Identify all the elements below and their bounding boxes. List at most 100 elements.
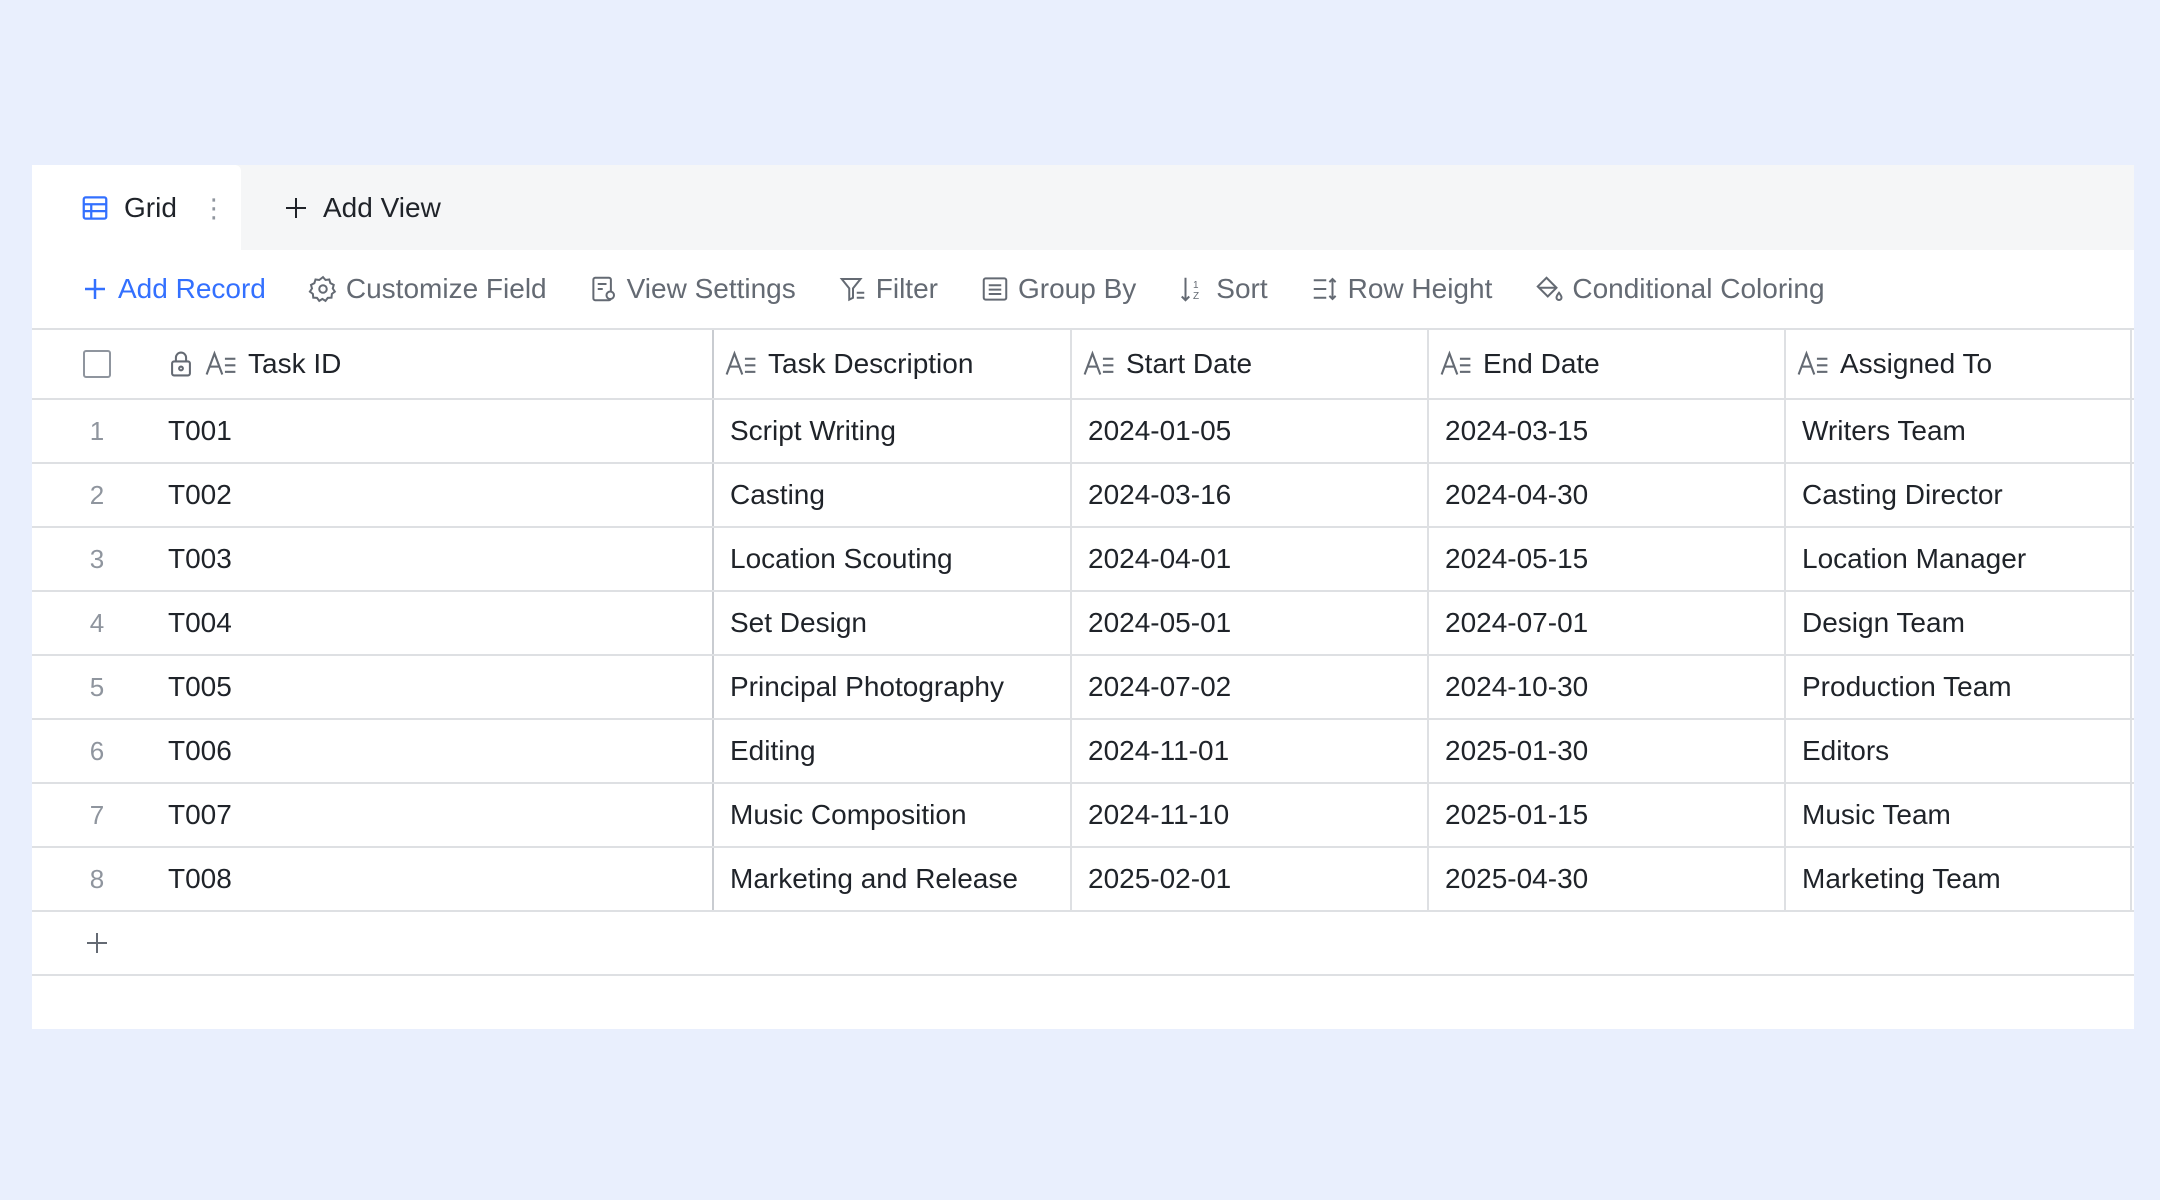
cell-task-description[interactable]: Script Writing bbox=[714, 400, 1072, 462]
cell-start-date[interactable]: 2024-03-16 bbox=[1072, 464, 1429, 526]
tab-grid[interactable]: Grid ⋮ bbox=[32, 165, 241, 250]
select-all-cell bbox=[32, 330, 168, 398]
cell-task-id[interactable]: T006 bbox=[168, 720, 714, 782]
cell-task-description[interactable]: Set Design bbox=[714, 592, 1072, 654]
grid-view-panel: Grid ⋮ Add View Add Record Customize Fie… bbox=[32, 165, 2134, 1029]
cell-assigned-to[interactable]: Music Team bbox=[1786, 784, 2132, 846]
row-number: 6 bbox=[89, 735, 105, 766]
column-header-start-date[interactable]: Start Date bbox=[1072, 330, 1429, 398]
more-vertical-icon[interactable]: ⋮ bbox=[201, 195, 227, 221]
cell-start-date[interactable]: 2024-11-10 bbox=[1072, 784, 1429, 846]
cell-task-description[interactable]: Editing bbox=[714, 720, 1072, 782]
column-header-task-id[interactable]: Task ID bbox=[168, 330, 714, 398]
cell-task-id[interactable]: T004 bbox=[168, 592, 714, 654]
cell-end-date[interactable]: 2025-01-15 bbox=[1429, 784, 1786, 846]
row-number: 4 bbox=[89, 607, 105, 638]
table-row[interactable]: 7 T007 Music Composition 2024-11-10 2025… bbox=[32, 784, 2134, 848]
cell-end-date[interactable]: 2024-05-15 bbox=[1429, 528, 1786, 590]
cell-start-date[interactable]: 2024-01-05 bbox=[1072, 400, 1429, 462]
column-header-task-description[interactable]: Task Description bbox=[714, 330, 1072, 398]
list-group-icon bbox=[982, 277, 1008, 301]
table-row[interactable]: 5 T005 Principal Photography 2024-07-02 … bbox=[32, 656, 2134, 720]
table-row[interactable]: 4 T004 Set Design 2024-05-01 2024-07-01 … bbox=[32, 592, 2134, 656]
cell-assigned-to[interactable]: Design Team bbox=[1786, 592, 2132, 654]
cell-assigned-to[interactable]: Casting Director bbox=[1786, 464, 2132, 526]
column-label: Task ID bbox=[248, 348, 342, 379]
add-record-button[interactable]: Add Record bbox=[80, 273, 266, 305]
plus-icon bbox=[87, 933, 107, 953]
conditional-coloring-label: Conditional Coloring bbox=[1572, 273, 1825, 304]
text-field-icon bbox=[205, 350, 236, 375]
group-by-button[interactable]: Group By bbox=[980, 273, 1136, 305]
view-settings-button[interactable]: View Settings bbox=[589, 273, 796, 305]
svg-text:1: 1 bbox=[1193, 280, 1199, 291]
row-number: 2 bbox=[89, 479, 105, 510]
cell-start-date[interactable]: 2024-07-02 bbox=[1072, 656, 1429, 718]
cell-end-date[interactable]: 2025-01-30 bbox=[1429, 720, 1786, 782]
cell-task-id[interactable]: T002 bbox=[168, 464, 714, 526]
cell-task-id[interactable]: T008 bbox=[168, 848, 714, 910]
cell-assigned-to[interactable]: Writers Team bbox=[1786, 400, 2132, 462]
cell-task-description[interactable]: Location Scouting bbox=[714, 528, 1072, 590]
cell-task-description[interactable]: Marketing and Release bbox=[714, 848, 1072, 910]
cell-assigned-to[interactable]: Marketing Team bbox=[1786, 848, 2132, 910]
row-number: 5 bbox=[89, 671, 105, 702]
cell-assigned-to[interactable]: Location Manager bbox=[1786, 528, 2132, 590]
cell-start-date[interactable]: 2024-11-01 bbox=[1072, 720, 1429, 782]
sort-label: Sort bbox=[1216, 273, 1268, 304]
column-label: Start Date bbox=[1126, 348, 1253, 379]
cell-end-date[interactable]: 2024-07-01 bbox=[1429, 592, 1786, 654]
customize-field-button[interactable]: Customize Field bbox=[308, 273, 547, 305]
row-number: 1 bbox=[89, 415, 105, 446]
table-row[interactable]: 3 T003 Location Scouting 2024-04-01 2024… bbox=[32, 528, 2134, 592]
add-row-button[interactable] bbox=[32, 912, 2134, 976]
view-tab-bar: Grid ⋮ Add View bbox=[32, 165, 2134, 250]
cell-end-date[interactable]: 2025-04-30 bbox=[1429, 848, 1786, 910]
grid-header-row: Task ID Task Description Start Date End … bbox=[32, 330, 2134, 400]
cell-assigned-to[interactable]: Editors bbox=[1786, 720, 2132, 782]
cell-start-date[interactable]: 2025-02-01 bbox=[1072, 848, 1429, 910]
column-header-assigned-to[interactable]: Assigned To bbox=[1786, 330, 2132, 398]
paint-bucket-icon bbox=[1536, 276, 1563, 301]
row-number: 3 bbox=[89, 543, 105, 574]
column-header-end-date[interactable]: End Date bbox=[1429, 330, 1786, 398]
table-row[interactable]: 6 T006 Editing 2024-11-01 2025-01-30 Edi… bbox=[32, 720, 2134, 784]
cell-task-description[interactable]: Music Composition bbox=[714, 784, 1072, 846]
column-label: Assigned To bbox=[1840, 348, 1993, 379]
plus-icon bbox=[286, 197, 306, 218]
sort-button[interactable]: 1 Z Sort bbox=[1178, 273, 1268, 305]
cell-task-description[interactable]: Casting bbox=[714, 464, 1072, 526]
cell-end-date[interactable]: 2024-04-30 bbox=[1429, 464, 1786, 526]
gear-icon bbox=[308, 275, 337, 303]
add-view-button[interactable]: Add View bbox=[241, 165, 441, 250]
filter-button[interactable]: Filter bbox=[838, 273, 938, 305]
cell-end-date[interactable]: 2024-03-15 bbox=[1429, 400, 1786, 462]
text-field-icon bbox=[1440, 350, 1471, 375]
table-row[interactable]: 8 T008 Marketing and Release 2025-02-01 … bbox=[32, 848, 2134, 912]
select-all-checkbox[interactable] bbox=[83, 350, 111, 378]
tab-grid-label: Grid bbox=[124, 191, 177, 223]
table-row[interactable]: 2 T002 Casting 2024-03-16 2024-04-30 Cas… bbox=[32, 464, 2134, 528]
data-grid: Task ID Task Description Start Date End … bbox=[32, 330, 2134, 976]
group-by-label: Group By bbox=[1017, 273, 1137, 304]
column-label: Task Description bbox=[768, 348, 974, 379]
cell-task-id[interactable]: T003 bbox=[168, 528, 714, 590]
cell-task-description[interactable]: Principal Photography bbox=[714, 656, 1072, 718]
cell-task-id[interactable]: T007 bbox=[168, 784, 714, 846]
cell-assigned-to[interactable]: Production Team bbox=[1786, 656, 2132, 718]
cell-task-id[interactable]: T001 bbox=[168, 400, 714, 462]
grid-body: 1 T001 Script Writing 2024-01-05 2024-03… bbox=[32, 400, 2134, 912]
row-height-button[interactable]: Row Height bbox=[1310, 273, 1492, 305]
document-settings-icon bbox=[591, 276, 615, 302]
cell-start-date[interactable]: 2024-05-01 bbox=[1072, 592, 1429, 654]
grid-table-icon bbox=[82, 195, 108, 220]
table-row[interactable]: 1 T001 Script Writing 2024-01-05 2024-03… bbox=[32, 400, 2134, 464]
cell-end-date[interactable]: 2024-10-30 bbox=[1429, 656, 1786, 718]
sort-icon: 1 Z bbox=[1181, 277, 1199, 302]
conditional-coloring-button[interactable]: Conditional Coloring bbox=[1534, 273, 1825, 305]
cell-start-date[interactable]: 2024-04-01 bbox=[1072, 528, 1429, 590]
plus-icon bbox=[85, 279, 105, 299]
text-field-icon bbox=[1797, 350, 1828, 375]
view-settings-label: View Settings bbox=[626, 273, 796, 304]
cell-task-id[interactable]: T005 bbox=[168, 656, 714, 718]
